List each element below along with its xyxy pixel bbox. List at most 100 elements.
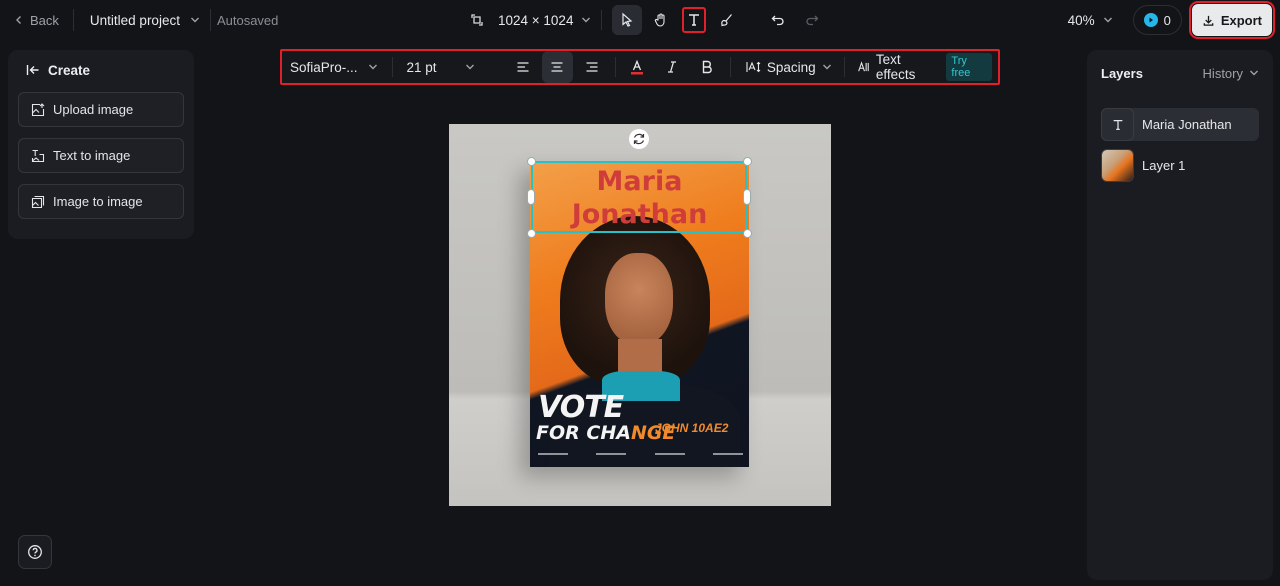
align-left-button[interactable] [507,51,538,83]
select-tool-button[interactable] [612,5,643,35]
align-right-icon [586,62,598,72]
chevron-down-icon [1103,17,1112,23]
undo-icon [772,15,785,26]
spacing-icon [746,61,761,73]
text-to-image-icon [31,149,45,162]
layer-name: Maria Jonathan [1142,117,1232,132]
align-center-icon [551,62,563,72]
resize-handle-tr[interactable] [743,157,752,166]
chevron-down-icon [190,17,199,23]
redo-icon [806,15,819,26]
font-size-dropdown[interactable]: 21 pt [393,60,490,75]
align-center-button[interactable] [541,51,573,83]
align-right-button[interactable] [577,51,608,83]
text-color-icon [631,59,644,75]
poster-face [605,253,673,345]
layers-tab[interactable]: Layers [1101,66,1143,81]
divider [843,57,845,77]
cursor-icon [622,12,633,27]
text-effects-icon [857,61,869,72]
canvas-size-value: 1024 × 1024 [498,12,574,28]
chevron-down-icon [466,64,475,70]
upload-image-label: Upload image [53,102,134,117]
image-to-image-label: Image to image [53,194,143,209]
zoom-value: 40% [1067,12,1095,28]
divider [615,57,617,77]
image-to-image-icon [31,195,45,208]
resize-handle-tl[interactable] [527,157,536,166]
italic-icon [668,61,676,73]
brush-tool-button[interactable] [712,5,742,35]
resize-handle-bl[interactable] [527,229,536,238]
export-label: Export [1220,12,1262,28]
text-tool-button[interactable] [682,7,707,33]
text-effects-label: Text effects [875,52,916,82]
layer-name: Layer 1 [1142,158,1186,173]
chevron-down-icon [582,17,591,23]
resize-icon [471,14,483,26]
chevron-down-icon [368,64,377,70]
poster-footer [538,453,743,459]
project-title: Untitled project [89,12,180,28]
back-button[interactable]: Back [14,9,74,31]
resize-button[interactable] [462,5,492,35]
chevron-down-icon [1250,70,1258,76]
chevron-down-icon [822,64,831,70]
download-icon [1203,15,1214,26]
hand-icon [655,13,666,27]
create-panel: Create Upload image Text to image Image … [8,50,194,239]
font-size-value: 21 pt [406,59,437,75]
autosave-status: Autosaved [216,12,279,28]
text-to-image-button[interactable]: Text to image [18,138,184,173]
try-free-badge: Try free [946,53,992,81]
bold-icon [702,60,712,74]
poster-headline: VOTE [538,390,624,425]
zoom-dropdown[interactable]: 40% [1068,13,1113,28]
text-layer-thumbnail [1101,108,1134,141]
font-family-dropdown[interactable]: SofiaPro-... [282,57,393,77]
project-title-dropdown[interactable]: Untitled project [74,9,211,31]
layers-panel: Layers History Maria Jonathan Layer 1 [1087,50,1273,580]
resize-handle-right[interactable] [743,189,751,205]
text-effects-button[interactable]: Text effects Try free [851,52,998,82]
upload-image-button[interactable]: Upload image [18,92,184,127]
text-icon [689,14,700,26]
resize-handle-left[interactable] [527,189,535,205]
create-label: Create [48,62,91,78]
credit-icon [1143,13,1158,27]
resize-handle-br[interactable] [743,229,752,238]
text-icon [1113,119,1122,130]
text-color-button[interactable] [622,51,653,83]
chevron-left-icon [16,16,21,24]
design-canvas[interactable]: VOTE FOR CHANGE JOHN 10AE2 Maria Jonatha… [449,124,831,506]
canvas-size-dropdown[interactable]: 1024 × 1024 [498,13,591,28]
divider [752,10,753,30]
image-layer-thumbnail [1101,149,1134,182]
export-button[interactable]: Export [1188,1,1276,39]
layer-item-image[interactable]: Layer 1 [1101,149,1259,182]
spacing-label: Spacing [766,59,816,75]
upload-image-icon [31,102,45,116]
bold-button[interactable] [691,51,722,83]
undo-button[interactable] [763,5,793,35]
help-icon [28,545,42,559]
back-label: Back [30,12,59,28]
rotate-handle[interactable] [629,129,649,149]
layer-item-text[interactable]: Maria Jonathan [1101,108,1259,141]
divider [729,57,731,77]
credits-badge[interactable]: 0 [1132,5,1182,35]
history-dropdown[interactable]: History [1203,66,1259,81]
hand-tool-button[interactable] [646,5,676,35]
credits-count: 0 [1163,12,1171,28]
create-header[interactable]: Create [26,60,184,80]
brush-icon [721,14,733,27]
text-format-toolbar: SofiaPro-... 21 pt Spacing Text effects … [280,49,1000,85]
font-family-value: SofiaPro-... [290,59,358,75]
collapse-left-icon [26,65,39,75]
help-button[interactable] [18,535,52,569]
italic-button[interactable] [657,51,688,83]
image-to-image-button[interactable]: Image to image [18,184,184,219]
redo-button[interactable] [797,5,827,35]
spacing-dropdown[interactable]: Spacing [737,59,840,75]
text-selection-box[interactable] [531,161,747,233]
